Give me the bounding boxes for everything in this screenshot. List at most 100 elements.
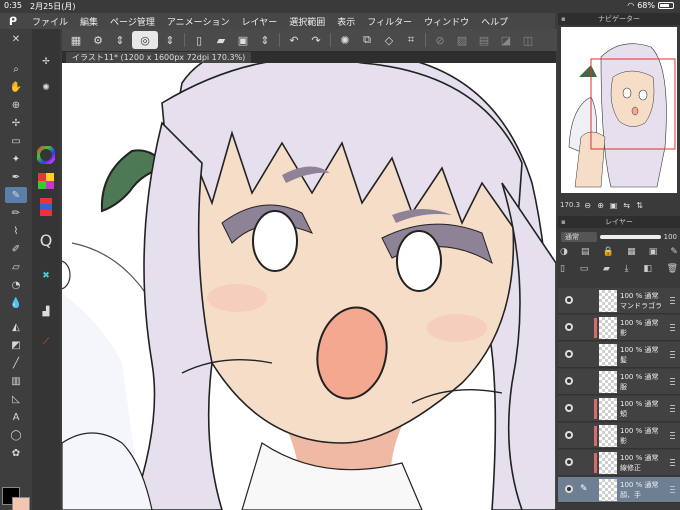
balloon-tool-icon[interactable]: ◯ (5, 427, 27, 443)
menu-animation[interactable]: アニメーション (161, 15, 236, 28)
new-file-icon[interactable]: ▯ (189, 31, 209, 49)
menu-selection[interactable]: 選択範囲 (283, 15, 331, 28)
auto-select-icon[interactable]: ✦ (5, 151, 27, 167)
layer-lock-icon[interactable]: 🔒 (603, 247, 614, 257)
fill-icon[interactable]: ◇ (379, 31, 399, 49)
eraser-icon[interactable]: ▱ (5, 259, 27, 275)
layer-row[interactable]: 100 % 通常 頬 (558, 396, 680, 422)
visibility-eye-icon[interactable] (565, 431, 573, 439)
layer-row[interactable]: 100 % 通常 線修正 (558, 450, 680, 476)
menu-help[interactable]: ヘルプ (475, 15, 514, 28)
layer-menu-icon[interactable] (670, 405, 675, 412)
selection-tool-icon[interactable]: ▭ (5, 133, 27, 149)
deselect-icon[interactable]: ▤ (474, 31, 494, 49)
sub-color-swatch[interactable] (12, 497, 30, 510)
hand-tool-icon[interactable]: ✋ (5, 79, 27, 95)
layer-ref-icon[interactable]: ▤ (581, 247, 590, 257)
visibility-eye-icon[interactable] (565, 350, 573, 358)
tool-settings-icon[interactable]: ⚙ (88, 31, 108, 49)
navigator-preview[interactable] (561, 27, 677, 193)
layer-row[interactable]: 100 % 通常 服 (558, 369, 680, 395)
panel-close-icon[interactable]: ✕ (5, 31, 27, 47)
blend-tool-icon[interactable]: ◔ (5, 277, 27, 293)
zoom-out-icon[interactable]: ⊖ (582, 200, 593, 211)
eyedropper-icon[interactable]: ✒ (5, 169, 27, 185)
brush-tool-icon[interactable]: ⌇ (5, 223, 27, 239)
layer-menu-icon[interactable] (670, 351, 675, 358)
copy-icon[interactable]: ⧉ (357, 31, 377, 49)
color-set-icon[interactable] (35, 170, 57, 192)
color-wheel-icon[interactable] (35, 144, 57, 166)
layer-menu-icon[interactable] (670, 324, 675, 331)
intermediate-color-icon[interactable] (35, 196, 57, 218)
visibility-eye-icon[interactable] (565, 377, 573, 385)
layer-row[interactable]: 100 % 通常 影 (558, 423, 680, 449)
layer-clip-icon[interactable]: ◑ (560, 247, 568, 257)
stabilizer-icon[interactable]: ◎ (132, 31, 158, 49)
menu-filter[interactable]: フィルター (361, 15, 418, 28)
ruler-tool-icon[interactable]: ◺ (5, 391, 27, 407)
undo-icon[interactable]: ↶ (284, 31, 304, 49)
layer-mask-add-icon[interactable]: ◧ (643, 264, 652, 274)
navigator-close-icon[interactable]: ▪ (561, 13, 566, 25)
layer-row[interactable]: 100 % 通常 髪 (558, 342, 680, 368)
grid-menu-icon[interactable]: ▦ (66, 31, 86, 49)
search-icon[interactable]: Q (35, 229, 57, 251)
layer-close-icon[interactable]: ▪ (561, 216, 566, 228)
layer-menu-icon[interactable] (670, 297, 675, 304)
sub-tool-move-icon[interactable]: ✢ (35, 51, 57, 73)
menu-layer[interactable]: レイヤー (236, 15, 284, 28)
visibility-eye-icon[interactable] (565, 404, 573, 412)
pen-tool-icon[interactable]: ✎ (5, 187, 27, 203)
menu-window[interactable]: ウィンドウ (418, 15, 475, 28)
new-folder-icon[interactable]: ▰ (603, 264, 610, 274)
menu-view[interactable]: 表示 (331, 15, 361, 28)
color-indicator[interactable] (2, 487, 30, 510)
layer-property-icon[interactable]: ✖ (35, 265, 57, 287)
opacity-slider[interactable] (600, 234, 661, 239)
delete-layer-icon[interactable]: 🗑 (667, 264, 678, 274)
flip-vertical-icon[interactable]: ⇅ (634, 200, 645, 211)
layer-alpha-lock-icon[interactable]: ▦ (627, 247, 636, 257)
transform-icon[interactable]: ⌗ (401, 31, 421, 49)
layer-menu-icon[interactable] (670, 459, 675, 466)
figure-tool-icon[interactable]: ╱ (5, 355, 27, 371)
history-icon[interactable]: ⟋ (35, 331, 57, 353)
layer-menu-icon[interactable] (670, 378, 675, 385)
app-logo-icon[interactable]: ᑭ (0, 15, 26, 28)
visibility-eye-icon[interactable] (565, 296, 573, 304)
move-tool-icon[interactable]: ✢ (5, 115, 27, 131)
save-stepper-icon[interactable]: ⇕ (255, 31, 275, 49)
layer-menu-icon[interactable] (670, 432, 675, 439)
menu-edit[interactable]: 編集 (74, 15, 104, 28)
layer-menu-icon[interactable] (670, 486, 675, 493)
text-tool-icon[interactable]: A (5, 409, 27, 425)
layer-row-selected[interactable]: ✎ 100 % 通常 顔、手 (558, 477, 680, 503)
new-vector-layer-icon[interactable]: ▭ (580, 264, 589, 274)
frame-tool-icon[interactable]: ▥ (5, 373, 27, 389)
new-raster-layer-icon[interactable]: ▯ (560, 264, 565, 274)
menu-page[interactable]: ページ管理 (104, 15, 161, 28)
merge-down-icon[interactable]: ⤓ (625, 264, 629, 274)
zoom-in-icon[interactable]: ⊕ (5, 97, 27, 113)
layer-row[interactable]: 100 % 通常 影 (558, 315, 680, 341)
crop-icon[interactable]: ◫ (518, 31, 538, 49)
zoom-tool-icon[interactable]: ⌕ (5, 61, 27, 77)
redo-icon[interactable]: ↷ (306, 31, 326, 49)
visibility-eye-icon[interactable] (565, 323, 573, 331)
loading-icon[interactable]: ✺ (335, 31, 355, 49)
sub-tool-settings-icon[interactable]: ✺ (35, 77, 57, 99)
visibility-eye-icon[interactable] (565, 485, 573, 493)
airbrush-icon[interactable]: ✐ (5, 241, 27, 257)
visibility-eye-icon[interactable] (565, 458, 573, 466)
layer-mask-icon[interactable]: ▣ (649, 247, 658, 257)
save-icon[interactable]: ▣ (233, 31, 253, 49)
layer-draft-icon[interactable]: ✎ (670, 247, 678, 257)
fill-bucket-icon[interactable]: ◭ (5, 319, 27, 335)
canvas[interactable] (62, 63, 556, 510)
smudge-icon[interactable]: 💧 (5, 295, 27, 311)
select-all-icon[interactable]: ▨ (452, 31, 472, 49)
fit-icon[interactable]: ▣ (608, 200, 619, 211)
gradient-icon[interactable]: ◩ (5, 337, 27, 353)
canvas-tab[interactable]: イラスト11* (1200 x 1600px 72dpi 170.3%) (66, 52, 252, 63)
